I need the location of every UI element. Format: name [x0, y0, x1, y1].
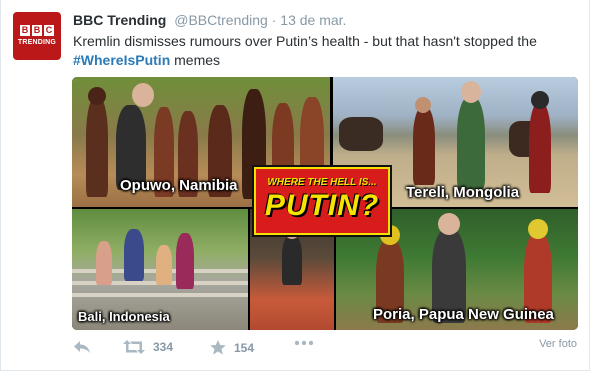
hashtag-link[interactable]: #WhereIsPutin	[73, 52, 170, 68]
bbc-logo-block: C	[44, 25, 54, 36]
tweet-text: Kremlin dismisses rumours over Putin’s h…	[73, 32, 578, 70]
tweet-text-main: Kremlin dismisses rumours over Putin’s h…	[73, 33, 537, 49]
tweet-header: BBC Trending @BBCtrending · 13 de mar.	[73, 12, 346, 28]
reply-button[interactable]	[73, 340, 91, 354]
favorite-count: 154	[234, 340, 255, 355]
reply-icon	[74, 341, 90, 353]
author-handle[interactable]: @BBCtrending	[174, 12, 268, 28]
view-photo-link[interactable]: Ver foto	[539, 338, 577, 350]
photo-caption: Opuwo, Namibia	[120, 177, 238, 194]
retweet-icon	[123, 340, 145, 354]
tweet-actions: 334 154	[73, 340, 578, 360]
more-button[interactable]	[294, 340, 314, 346]
more-dots-icon	[294, 340, 314, 346]
photo-caption: Tereli, Mongolia	[406, 184, 520, 201]
badge-subtitle: WHERE THE HELL IS...	[267, 177, 377, 188]
author-name[interactable]: BBC Trending	[73, 12, 166, 28]
bbc-logo-block: B	[20, 25, 30, 36]
bbc-logo-icon: B B C	[20, 25, 54, 36]
badge-title: PUTIN?	[264, 189, 380, 222]
retweet-count: 334	[153, 340, 174, 354]
photo-panel-bali: Bali, Indonesia	[72, 209, 248, 330]
retweet-button[interactable]: 334	[123, 340, 173, 354]
photo-caption: Bali, Indonesia	[78, 309, 170, 324]
tweet-card: B B C TRENDING BBC Trending @BBCtrending…	[0, 0, 590, 371]
tweet-timestamp[interactable]: 13 de mar.	[280, 12, 346, 28]
bbc-logo-block: B	[32, 25, 42, 36]
tweet-text-tail: memes	[170, 52, 221, 68]
where-is-putin-badge: WHERE THE HELL IS... PUTIN?	[252, 165, 392, 237]
favorite-button[interactable]: 154	[210, 340, 254, 355]
bbc-trending-avatar[interactable]: B B C TRENDING	[13, 12, 61, 60]
header-separator: ·	[271, 12, 277, 28]
tweet-photo[interactable]: Opuwo, Namibia Tereli, Mongolia Bali, In…	[72, 77, 578, 330]
star-icon	[210, 340, 226, 355]
photo-caption: Poria, Papua New Guinea	[373, 306, 554, 323]
avatar-label: TRENDING	[17, 39, 57, 46]
